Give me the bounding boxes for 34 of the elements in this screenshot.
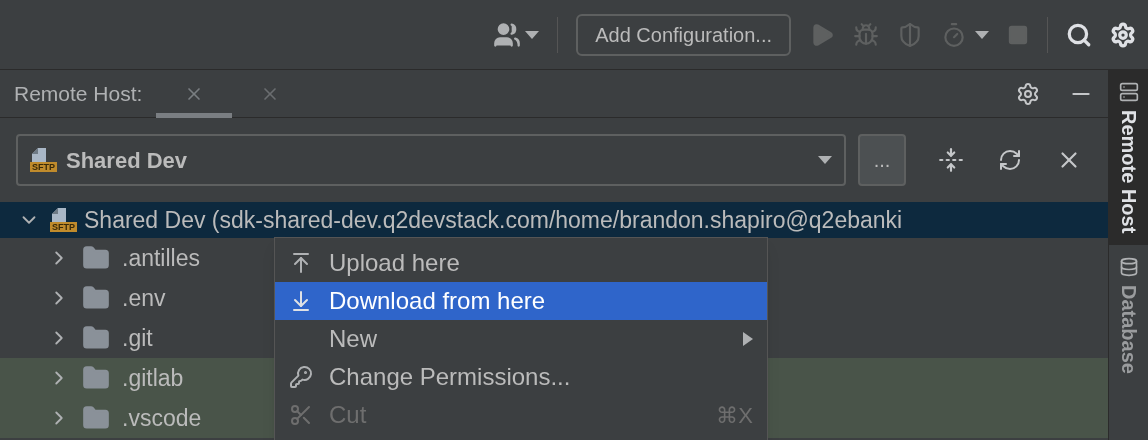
side-tab[interactable]: Remote Host: [1109, 70, 1148, 246]
folder-icon: [82, 244, 110, 272]
settings-icon[interactable]: [1016, 81, 1040, 106]
search-icon[interactable]: [1066, 21, 1092, 48]
tree-row[interactable]: .git: [48, 318, 157, 358]
users-icon: [493, 20, 522, 49]
folder-icon: [82, 404, 110, 432]
submenu-arrow-icon: [743, 332, 753, 346]
side-tab[interactable]: Database: [1109, 245, 1148, 387]
tree-row[interactable]: .env: [48, 278, 170, 318]
panel-title: Remote Host:: [14, 80, 143, 107]
more-button[interactable]: ...: [858, 134, 906, 186]
add-configuration-button[interactable]: Add Configuration...: [576, 13, 791, 56]
menu-item[interactable]: New: [275, 320, 767, 358]
refresh-icon[interactable]: [998, 148, 1022, 172]
scissors-icon: [289, 403, 313, 427]
host-dropdown[interactable]: SFTP Shared Dev: [16, 134, 846, 186]
collapse-icon[interactable]: [938, 147, 964, 173]
folder-icon: [82, 284, 110, 312]
settings-icon[interactable]: [1110, 21, 1136, 48]
menu-item[interactable]: Change Permissions...: [275, 358, 767, 396]
database-icon: [1119, 257, 1139, 278]
user-menu-button[interactable]: [493, 20, 540, 49]
folder-icon: [82, 324, 110, 352]
key-icon: [289, 365, 313, 389]
server-icon: [1119, 82, 1139, 102]
caret-icon: [525, 30, 540, 39]
folder-icon: [82, 364, 110, 392]
menu-item[interactable]: Upload here: [275, 244, 767, 282]
caret-icon: [975, 30, 989, 39]
tree-row[interactable]: .antilles: [48, 238, 204, 278]
tree-row[interactable]: SFTP Shared Dev (sdk-shared-dev.q2devstack.com/home/brandon.shapiro@q2ebanki: [0, 202, 1108, 238]
menu-item[interactable]: Download from here: [275, 282, 767, 320]
caret-icon: [818, 156, 832, 164]
